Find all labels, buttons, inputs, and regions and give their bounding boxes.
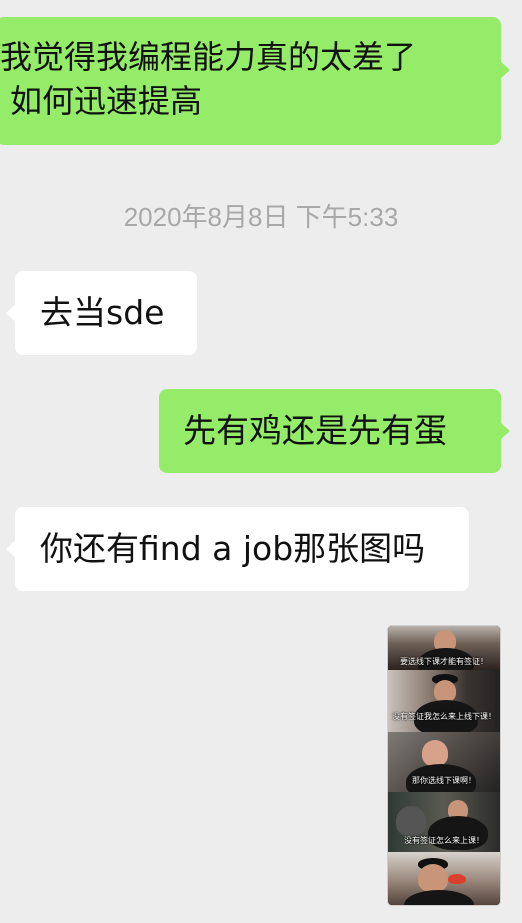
meme-panel: 要选线下课才能有签证！ <box>388 626 500 670</box>
bubble-tail <box>6 304 16 322</box>
message-text: 你还有find a job那张图吗 <box>40 529 426 568</box>
meme-panel: 没有签证怎么来上课！ <box>388 792 500 852</box>
message-bubble-incoming[interactable]: 你还有find a job那张图吗 <box>6 507 469 591</box>
bubble-tail <box>500 61 510 79</box>
message-bubble-outgoing[interactable]: 先有鸡还是先有蛋 <box>159 389 510 473</box>
meme-panel <box>388 852 500 905</box>
bubble-tail <box>6 540 16 558</box>
message-text: 先有鸡还是先有蛋 <box>183 411 447 450</box>
meme-caption: 要选线下课才能有签证！ <box>400 657 488 666</box>
message-text-line: 我觉得我编程能力真的太差了 <box>0 38 417 76</box>
message-bubble-outgoing[interactable]: 我觉得我编程能力真的太差了 如何迅速提高 <box>0 17 510 145</box>
meme-image-message[interactable]: 要选线下课才能有签证！ 没有签证我怎么来上线下课！ 那你选线下课啊！ 没有签证怎… <box>387 625 501 906</box>
message-text: 去当sde <box>40 293 165 332</box>
message-text-line: 如何迅速提高 <box>10 82 203 120</box>
meme-panel: 没有签证我怎么来上线下课！ <box>388 670 500 732</box>
meme-caption: 没有签证怎么来上课！ <box>404 836 484 845</box>
meme-caption: 那你选线下课啊！ <box>412 776 476 785</box>
bubble-tail <box>500 422 510 440</box>
message-bubble-incoming[interactable]: 去当sde <box>6 271 197 355</box>
meme-caption: 没有签证我怎么来上线下课！ <box>392 712 496 721</box>
meme-panel: 那你选线下课啊！ <box>388 732 500 792</box>
message-timestamp: 2020年8月8日 下午5:33 <box>123 202 399 232</box>
